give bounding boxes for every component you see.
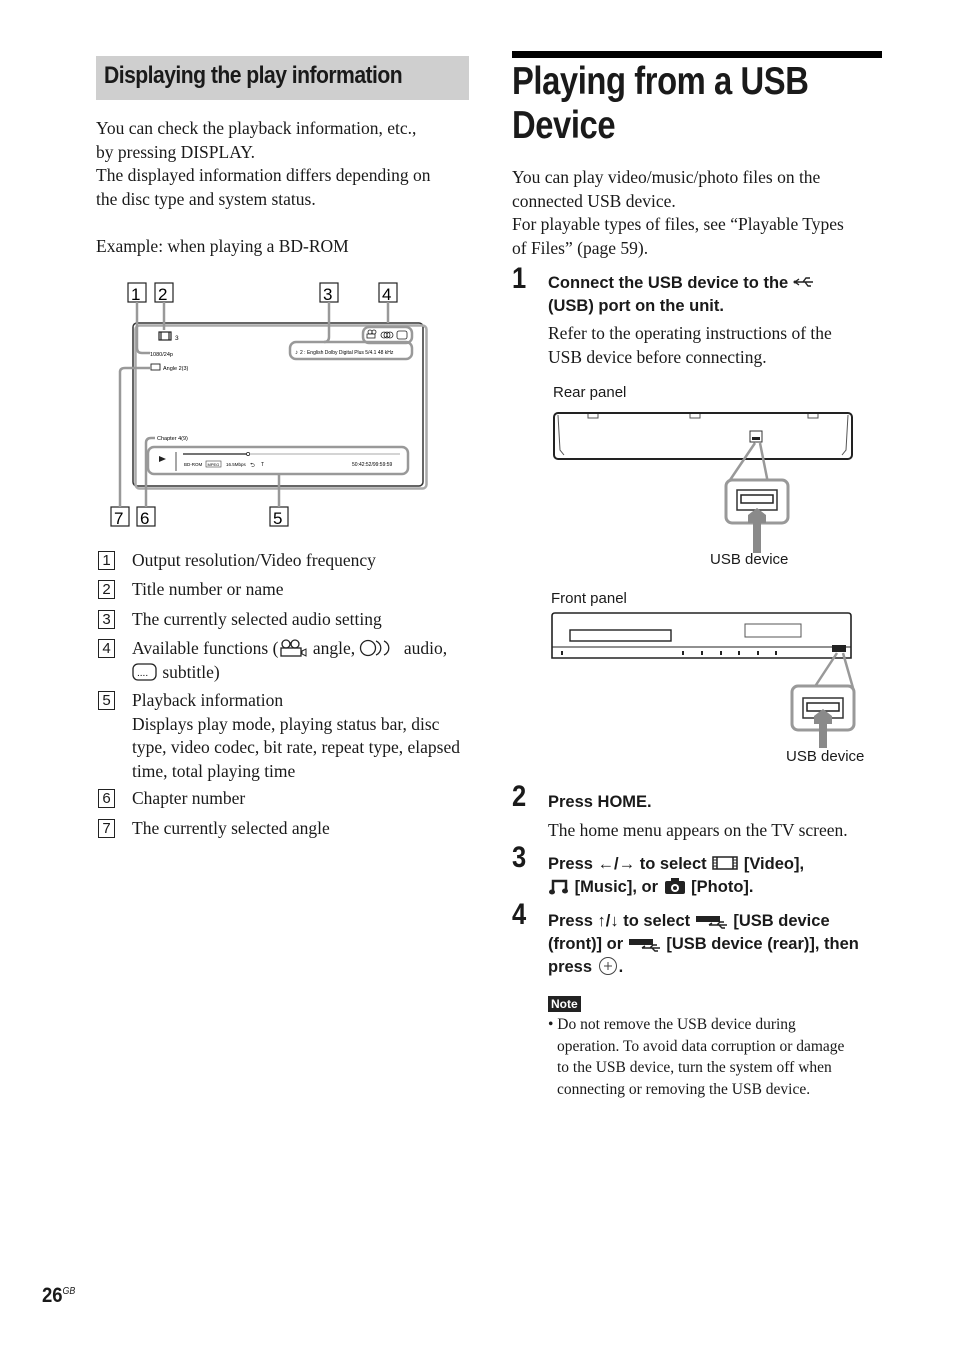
enter-button-icon bbox=[598, 957, 617, 975]
play-info-intro: You can check the playback information, … bbox=[96, 117, 476, 259]
section-heading-text: Displaying the play information bbox=[104, 62, 403, 89]
rear-panel-label: Rear panel bbox=[553, 384, 627, 401]
callout-5-label: 5 bbox=[273, 509, 282, 528]
usb-device-rear-icon bbox=[628, 939, 660, 952]
callout-7-label: 7 bbox=[114, 509, 123, 528]
title-rule bbox=[512, 51, 882, 58]
front-usb-port bbox=[832, 645, 846, 652]
usb-device-front-icon bbox=[695, 916, 727, 929]
rear-usb-device-label: USB device bbox=[710, 551, 789, 568]
page-number: 26GB bbox=[42, 1284, 76, 1307]
disc-slot bbox=[569, 629, 672, 642]
step-3-title: Press ←/→ to select [Video], [Music], or… bbox=[548, 855, 805, 896]
video-film-icon bbox=[712, 856, 738, 870]
time-text: 50:42:52/99:59:59 bbox=[352, 462, 393, 468]
page-suffix: GB bbox=[62, 1286, 76, 1297]
photo-camera-icon bbox=[664, 878, 685, 894]
example-caption: Example: when playing a BD-ROM bbox=[96, 236, 349, 256]
codec-text: MPEG bbox=[208, 462, 220, 467]
step-2-body: The home menu appears on the TV screen. bbox=[548, 820, 848, 840]
subtitle-icon: .... bbox=[132, 662, 157, 681]
music-icon bbox=[549, 879, 568, 895]
repeat-icon: ⮌ bbox=[250, 462, 255, 469]
progress-knob bbox=[246, 452, 251, 456]
play-info-diagram: 1 2 3 4 7 6 5 3 1080/24p Angle 2(3) ♪ 2 … bbox=[110, 282, 428, 528]
repeat-text: T bbox=[261, 462, 264, 468]
display-window bbox=[744, 623, 802, 638]
chapter-text: Chapter 4(9) bbox=[157, 436, 188, 442]
step-3-number: 3 bbox=[512, 841, 527, 874]
step-1-number: 1 bbox=[512, 262, 527, 295]
callout-2-label: 2 bbox=[158, 285, 167, 304]
usb-port-icon bbox=[736, 489, 778, 511]
usb-intro: You can play video/music/photo files on … bbox=[512, 167, 844, 258]
bitrate-text: 16.5Mbps bbox=[226, 462, 247, 467]
angle-camera-icon bbox=[280, 639, 307, 657]
section-heading-play-info: Displaying the play information bbox=[96, 56, 469, 100]
angle-text: Angle 2(3) bbox=[163, 366, 189, 372]
step-1-title: Connect the USB device to the (USB) port… bbox=[548, 272, 888, 318]
title-number: 3 bbox=[175, 335, 179, 342]
usb-symbol-icon bbox=[793, 277, 813, 287]
callout-3-label: 3 bbox=[323, 285, 332, 304]
front-panel-label: Front panel bbox=[551, 590, 627, 607]
svg-text:....: .... bbox=[137, 668, 148, 679]
disc-type-text: BD-ROM bbox=[184, 462, 202, 467]
intro-line: the disc type and system status. bbox=[96, 188, 316, 209]
front-usb-device-label: USB device bbox=[786, 748, 865, 765]
audio-text: 2 : English Dolby Digital Plus 5/4.1 48 … bbox=[300, 350, 394, 356]
step-1-body: Refer to the operating instructions of t… bbox=[548, 323, 832, 367]
callout-1-label: 1 bbox=[131, 285, 140, 304]
step-2-title: Press HOME. bbox=[548, 793, 652, 811]
step-4-title: Press ↑/↓ to select [USB device (front)]… bbox=[548, 912, 859, 976]
audio-circles-icon bbox=[360, 639, 390, 657]
callout-6-label: 6 bbox=[140, 509, 149, 528]
step-4-number: 4 bbox=[512, 898, 527, 931]
rear-panel-diagram bbox=[553, 412, 853, 553]
note-badge: Note bbox=[548, 995, 581, 1013]
music-note-icon: ♪ bbox=[295, 350, 298, 356]
note-text: • Do not remove the USB device during op… bbox=[548, 1016, 845, 1098]
intro-line: The displayed information differs depend… bbox=[96, 165, 431, 185]
page-title: Playing from a USB Device bbox=[512, 60, 809, 147]
callout-4-label: 4 bbox=[382, 285, 391, 304]
front-panel-diagram bbox=[551, 612, 856, 748]
step-2-number: 2 bbox=[512, 780, 527, 813]
intro-line: You can check the playback information, … bbox=[96, 118, 417, 138]
rear-usb-port bbox=[749, 430, 763, 443]
rear-panel-body bbox=[553, 412, 853, 460]
resolution-text: 1080/24p bbox=[150, 352, 173, 358]
intro-line: by pressing DISPLAY. bbox=[96, 141, 255, 162]
